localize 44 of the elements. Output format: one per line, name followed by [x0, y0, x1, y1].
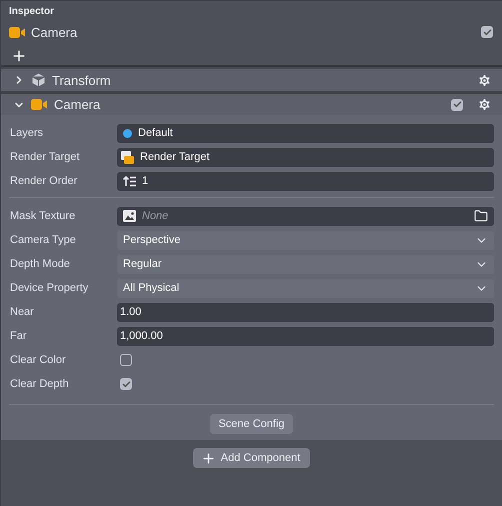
plus-icon	[200, 450, 216, 466]
property-label: Far	[9, 330, 28, 342]
folder-icon[interactable]	[474, 209, 488, 223]
add-button[interactable]	[11, 48, 27, 64]
asset-field[interactable]: Render Target	[117, 148, 494, 166]
select-field[interactable]: Perspective	[117, 230, 494, 250]
camera-icon	[9, 26, 26, 38]
property-label: Render Target	[9, 151, 81, 163]
number-field[interactable]: 1.00	[117, 302, 494, 322]
component-header[interactable]: Camera	[1, 91, 502, 115]
plus-icon	[11, 48, 27, 64]
panel-title: Inspector	[9, 6, 56, 19]
render-texture-icon	[121, 150, 134, 164]
component-name: Camera	[54, 97, 102, 112]
layer-field[interactable]: Default	[117, 124, 494, 142]
property-label: Layers	[9, 127, 44, 139]
settings-icon[interactable]	[477, 72, 492, 88]
number-field[interactable]: 1,000.00	[117, 326, 494, 346]
image-icon	[123, 210, 136, 222]
property-label: Clear Depth	[9, 378, 70, 390]
property-label: Render Order	[9, 175, 78, 187]
order-field[interactable]: 1	[117, 172, 494, 190]
property-label: Camera Type	[9, 234, 77, 246]
checkbox[interactable]	[120, 378, 132, 390]
settings-icon[interactable]	[477, 97, 492, 112]
checkbox[interactable]	[451, 98, 463, 110]
component-name: Transform	[52, 72, 112, 88]
texture-field[interactable]: None	[117, 206, 494, 226]
sort-order-icon	[123, 176, 136, 186]
cube-icon	[31, 73, 46, 87]
property-label: Device Property	[9, 282, 90, 294]
select-field[interactable]: Regular	[117, 254, 494, 274]
checkbox[interactable]	[481, 26, 493, 38]
select-field[interactable]: All Physical	[117, 278, 494, 298]
add-component-button[interactable]: Add Component	[192, 448, 310, 468]
property-label: Clear Color	[9, 354, 67, 366]
scene-config-button[interactable]: Scene Config	[210, 414, 293, 434]
node-name: Camera	[31, 24, 78, 40]
property-label: Mask Texture	[9, 210, 76, 222]
camera-icon	[31, 99, 48, 110]
property-label: Near	[9, 306, 35, 318]
property-label: Depth Mode	[9, 258, 71, 270]
checkbox[interactable]	[120, 354, 132, 366]
component-header[interactable]: Transform	[1, 67, 502, 91]
